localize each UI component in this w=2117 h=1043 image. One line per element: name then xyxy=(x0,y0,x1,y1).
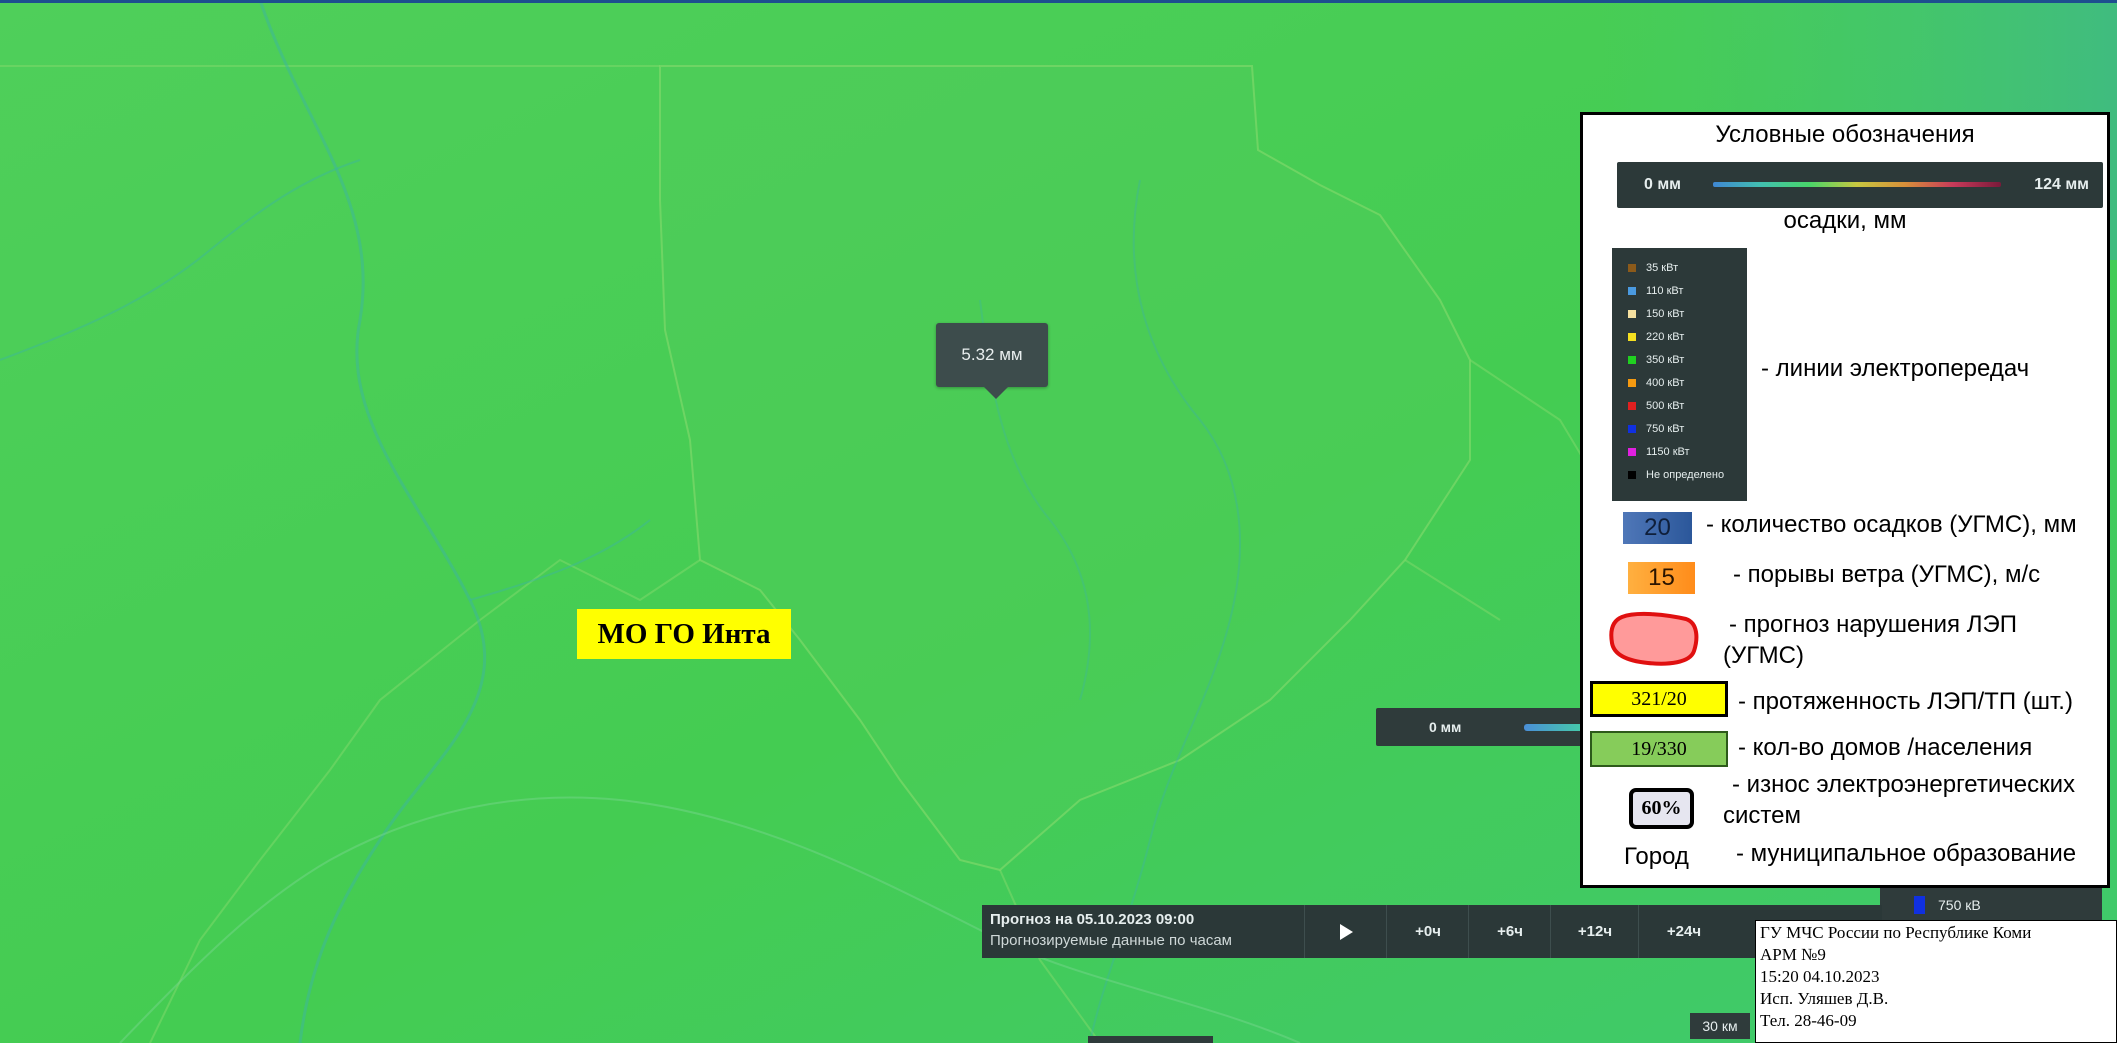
swatch-220kv xyxy=(1628,333,1636,341)
legend-panel: Условные обозначения 0 мм 124 мм осадки,… xyxy=(1580,112,2110,888)
swatch-400kv xyxy=(1628,379,1636,387)
step-button-12[interactable]: +12ч xyxy=(1550,905,1639,958)
precip-gradient-caption-text: осадки, мм xyxy=(1783,207,1907,234)
power-line-item-label: 750 кВт xyxy=(1646,423,1685,435)
swatch-35kv xyxy=(1628,264,1636,272)
swatch-1150kv xyxy=(1628,448,1636,456)
play-icon xyxy=(1340,923,1353,940)
power-line-item-label: 350 кВт xyxy=(1646,354,1685,366)
power-line-item-label: 35 кВт xyxy=(1646,262,1679,274)
power-line-chip[interactable]: 750 кВ xyxy=(1880,888,2102,922)
swatch-350kv xyxy=(1628,356,1636,364)
houses-badge: 19/330 xyxy=(1590,731,1728,767)
play-button[interactable] xyxy=(1304,905,1387,958)
wind-ugms-caption: - порывы ветра (УГМС), м/с xyxy=(1733,561,2041,588)
wear-badge: 60% xyxy=(1629,788,1694,829)
forecast-bar: Прогноз на 05.10.2023 09:00 Прогнозируем… xyxy=(982,905,1882,958)
precip-gradient-caption: осадки, мм xyxy=(1583,207,2107,235)
wind-ugms-badge: 15 xyxy=(1628,562,1695,594)
power-line-item-label: 1150 кВт xyxy=(1646,446,1690,458)
line-length-caption: - протяженность ЛЭП/ТП (шт.) xyxy=(1738,688,2073,715)
swatch-110kv xyxy=(1628,287,1636,295)
forecast-info: Прогноз на 05.10.2023 09:00 Прогнозируем… xyxy=(990,910,1232,952)
power-lines-legend: 35 кВт 110 кВт 150 кВт 220 кВт 350 кВт 4… xyxy=(1612,248,1747,501)
precip-ugms-badge: 20 xyxy=(1623,512,1692,544)
power-line-item-label: 150 кВт xyxy=(1646,308,1685,320)
stamp-datetime: 15:20 04.10.2023 xyxy=(1760,967,1880,986)
power-line-item-label: 110 кВт xyxy=(1646,285,1684,297)
step-button-24[interactable]: +24ч xyxy=(1638,905,1729,958)
stamp-author: Исп. Уляшев Д.В. xyxy=(1760,989,1889,1008)
city-label: Город xyxy=(1624,843,1689,870)
forecast-title: Прогноз на 05.10.2023 09:00 xyxy=(990,911,1195,928)
power-line-item-label: Не определено xyxy=(1646,469,1725,481)
line-length-badge: 321/20 xyxy=(1590,681,1728,717)
step-button-0[interactable]: +0ч xyxy=(1386,905,1469,958)
swatch-150kv xyxy=(1628,310,1636,318)
power-line-swatch xyxy=(1914,896,1925,914)
power-line-item-label: 400 кВт xyxy=(1646,377,1685,389)
swatch-500kv xyxy=(1628,402,1636,410)
precip-gradient-max: 124 мм xyxy=(2034,176,2089,193)
power-lines-caption: - линии электропередач xyxy=(1761,355,2030,382)
legend-title: Условные обозначения xyxy=(1715,121,1975,148)
precip-gradient-min: 0 мм xyxy=(1644,176,1682,193)
precip-gradient-bar xyxy=(1713,182,2001,187)
map-precip-scale: 0 мм xyxy=(1376,708,1594,746)
line-failure-caption-1: - прогноз нарушения ЛЭП xyxy=(1729,611,2017,638)
wear-caption-1: - износ электроэнергетических xyxy=(1732,771,2075,798)
step-button-6[interactable]: +6ч xyxy=(1468,905,1551,958)
precip-ugms-caption: - количество осадков (УГМС), мм xyxy=(1706,511,2077,538)
wear-caption-2: систем xyxy=(1723,802,1801,829)
stamp-workstation: АРМ №9 xyxy=(1760,945,1826,964)
map-precip-scale-min: 0 мм xyxy=(1429,719,1462,735)
power-line-chip-label: 750 кВ xyxy=(1938,897,1981,913)
map-scale-bar: 30 км xyxy=(1690,1013,1750,1039)
top-border xyxy=(0,0,2117,3)
line-failure-icon xyxy=(1609,611,1699,666)
swatch-750kv xyxy=(1628,425,1636,433)
precip-value-marker[interactable]: 5.32 мм xyxy=(936,323,1048,399)
power-line-item-label: 220 кВт xyxy=(1646,331,1685,343)
bottom-panel[interactable] xyxy=(1088,1036,1213,1043)
houses-caption: - кол-во домов /населения xyxy=(1738,734,2033,761)
line-failure-caption-2: (УГМС) xyxy=(1723,642,1804,669)
stamp-phone: Тел. 28-46-09 xyxy=(1760,1011,1857,1030)
precip-gradient: 0 мм 124 мм xyxy=(1617,162,2103,208)
forecast-subtitle: Прогнозируемые данные по часам xyxy=(990,932,1232,949)
power-line-item-label: 500 кВт xyxy=(1646,400,1685,412)
city-caption: - муниципальное образование xyxy=(1736,840,2077,867)
municipality-label[interactable]: МО ГО Инта xyxy=(577,609,791,659)
author-stamp: ГУ МЧС России по Республике Коми АРМ №9 … xyxy=(1755,920,2117,1043)
swatch-undefined xyxy=(1628,471,1636,479)
stamp-org: ГУ МЧС России по Республике Коми xyxy=(1760,923,2032,942)
